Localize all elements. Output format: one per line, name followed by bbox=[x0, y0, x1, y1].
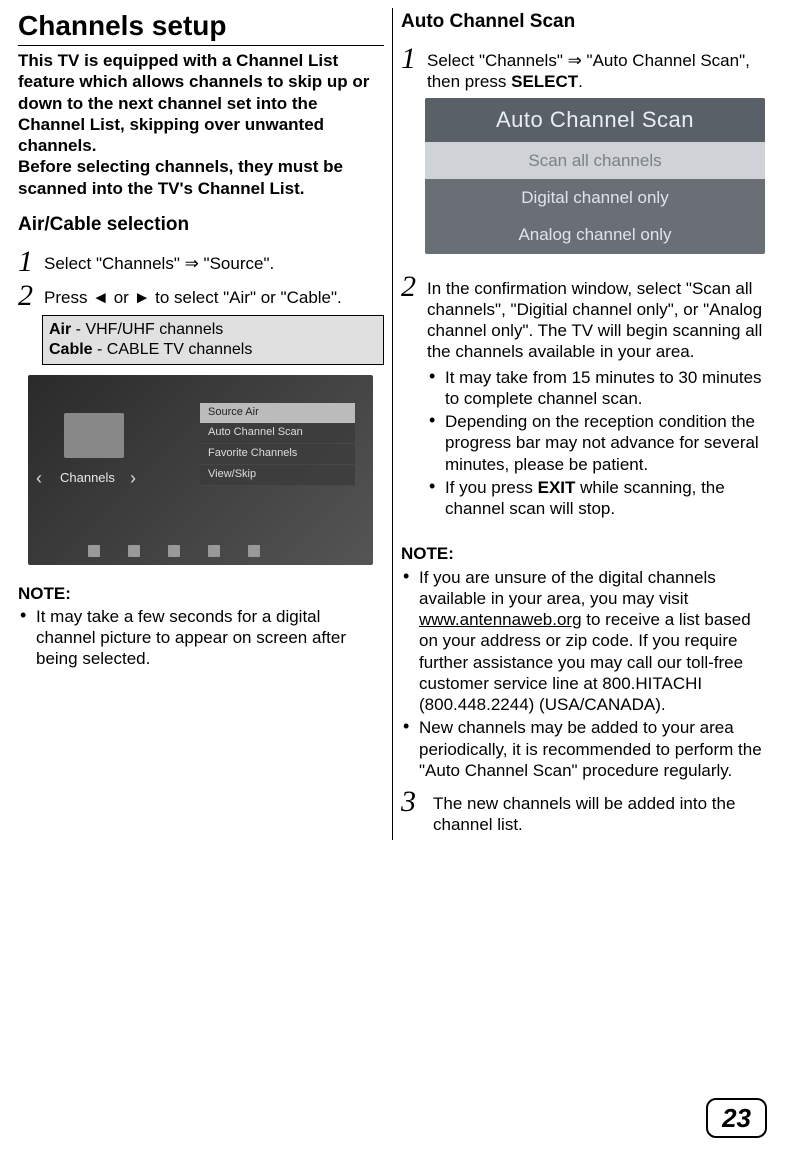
antennaweb-link: www.antennaweb.org bbox=[419, 610, 582, 629]
step-number-1: 1 bbox=[18, 247, 38, 277]
tv-bottom-icon bbox=[88, 545, 100, 557]
subheading-air-cable: Air/Cable selection bbox=[18, 213, 384, 237]
info-air-label: Air bbox=[49, 321, 71, 338]
tv-menu-viewskip: View/Skip bbox=[200, 465, 355, 486]
step-2-text: Press ◄ or ► to select "Air" or "Cable". bbox=[44, 281, 384, 308]
tv-channels-label: Channels bbox=[60, 470, 115, 486]
auto-scan-dialog: Auto Channel Scan Scan all channels Digi… bbox=[425, 98, 765, 253]
note-heading-right: NOTE: bbox=[401, 543, 767, 564]
step-number-2: 2 bbox=[18, 281, 38, 311]
info-air-desc: - VHF/UHF channels bbox=[71, 321, 223, 338]
step-number-r2: 2 bbox=[401, 272, 421, 302]
scan-option-all: Scan all channels bbox=[425, 142, 765, 179]
note-right-1: If you are unsure of the digital channel… bbox=[401, 567, 767, 716]
note-left-1: It may take a few seconds for a digital … bbox=[18, 606, 384, 670]
scan-option-digital: Digital channel only bbox=[425, 179, 765, 216]
page-number: 23 bbox=[706, 1098, 767, 1139]
tv-thumb-icon bbox=[64, 413, 124, 458]
tv-menu-autoscan: Auto Channel Scan bbox=[200, 423, 355, 444]
tv-bottom-icon bbox=[208, 545, 220, 557]
tv-screenshot: ‹ Channels › Source Air Auto Channel Sca… bbox=[28, 375, 373, 565]
tv-bottom-icons bbox=[88, 545, 260, 557]
tv-bottom-icon bbox=[168, 545, 180, 557]
tv-bottom-icon bbox=[248, 545, 260, 557]
air-cable-info-box: Air - VHF/UHF channels Cable - CABLE TV … bbox=[42, 315, 384, 365]
tv-bottom-icon bbox=[128, 545, 140, 557]
scan-option-analog: Analog channel only bbox=[425, 216, 765, 253]
step-r2-bullet-1: It may take from 15 minutes to 30 minute… bbox=[427, 367, 767, 410]
page-title: Channels setup bbox=[18, 8, 384, 43]
info-cable-desc: - CABLE TV channels bbox=[93, 341, 253, 358]
tv-menu: Source Air Auto Channel Scan Favorite Ch… bbox=[200, 403, 355, 486]
step-r2-bullet-3: If you press EXIT while scanning, the ch… bbox=[427, 477, 767, 520]
step-r3-text: The new channels will be added into the … bbox=[427, 787, 767, 836]
tv-menu-favorite: Favorite Channels bbox=[200, 444, 355, 465]
step-r2-text: In the confirmation window, select "Scan… bbox=[427, 272, 767, 522]
note-right-2: New channels may be added to your area p… bbox=[401, 717, 767, 781]
info-cable-label: Cable bbox=[49, 341, 93, 358]
step-number-r1: 1 bbox=[401, 44, 421, 74]
scan-dialog-title: Auto Channel Scan bbox=[425, 98, 765, 142]
tv-arrow-right-icon: › bbox=[130, 467, 136, 490]
tv-arrow-left-icon: ‹ bbox=[36, 467, 42, 490]
intro-text: This TV is equipped with a Channel List … bbox=[18, 45, 384, 199]
step-r2-bullet-2: Depending on the reception condition the… bbox=[427, 411, 767, 475]
step-number-r3: 3 bbox=[401, 787, 421, 817]
note-heading-left: NOTE: bbox=[18, 583, 384, 604]
step-1-text: Select "Channels" ⇒ "Source". bbox=[44, 247, 384, 274]
step-r1-text: Select "Channels" ⇒ "Auto Channel Scan",… bbox=[427, 44, 767, 93]
tv-menu-source: Source Air bbox=[200, 403, 355, 424]
subheading-auto-scan: Auto Channel Scan bbox=[401, 10, 767, 34]
